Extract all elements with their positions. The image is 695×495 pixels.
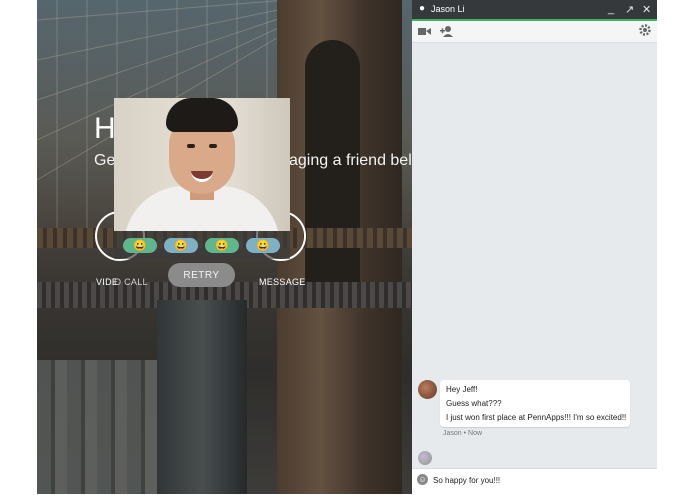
message-label: MESSAGE — [259, 277, 306, 287]
message-meta: Jason • Now — [443, 430, 483, 437]
gear-icon[interactable] — [639, 24, 651, 36]
emoji-picker-icon[interactable]: ☺ — [417, 474, 428, 485]
close-icon[interactable]: ✕ — [642, 3, 651, 16]
emoji-button-2[interactable]: 😀 — [164, 238, 198, 253]
smiley-icon: 😀 — [256, 240, 270, 252]
message-input[interactable]: So happy for you!!! — [433, 476, 500, 485]
message-line: Guess what??? — [446, 399, 502, 408]
person-eye-left — [187, 144, 195, 148]
smiley-icon: 😀 — [133, 240, 147, 252]
retry-button[interactable]: RETRY — [168, 263, 235, 287]
emoji-button-3[interactable]: 😀 — [205, 238, 239, 253]
video-camera-icon[interactable] — [418, 27, 431, 36]
emoji-button-4[interactable]: 😀 — [246, 238, 280, 253]
avatar — [418, 380, 437, 399]
person-hair — [166, 98, 238, 132]
location-pin-icon: ● — [419, 3, 426, 14]
chat-title-bar: ● Jason Li _ ↗ ✕ — [412, 0, 657, 21]
minimize-icon[interactable]: _ — [608, 3, 614, 15]
chat-toolbar — [412, 21, 657, 43]
smiley-icon: 😀 — [174, 240, 188, 252]
hero-subtitle-right: aging a friend below — [289, 152, 433, 169]
add-person-icon[interactable] — [440, 25, 454, 37]
message-line: Hey Jeff! — [446, 385, 478, 394]
message-line: I just won first place at PennApps!!! I'… — [446, 413, 627, 422]
chat-title: Jason Li — [431, 4, 465, 14]
person-eye-right — [209, 144, 217, 148]
emoji-button-1[interactable]: 😀 — [123, 238, 157, 253]
popout-icon[interactable]: ↗ — [625, 3, 634, 16]
video-call-label-right: O CALL — [114, 277, 148, 287]
hero-heading: H — [94, 112, 116, 145]
self-avatar — [418, 451, 432, 465]
smiley-icon: 😀 — [215, 240, 229, 252]
video-preview — [114, 98, 290, 231]
